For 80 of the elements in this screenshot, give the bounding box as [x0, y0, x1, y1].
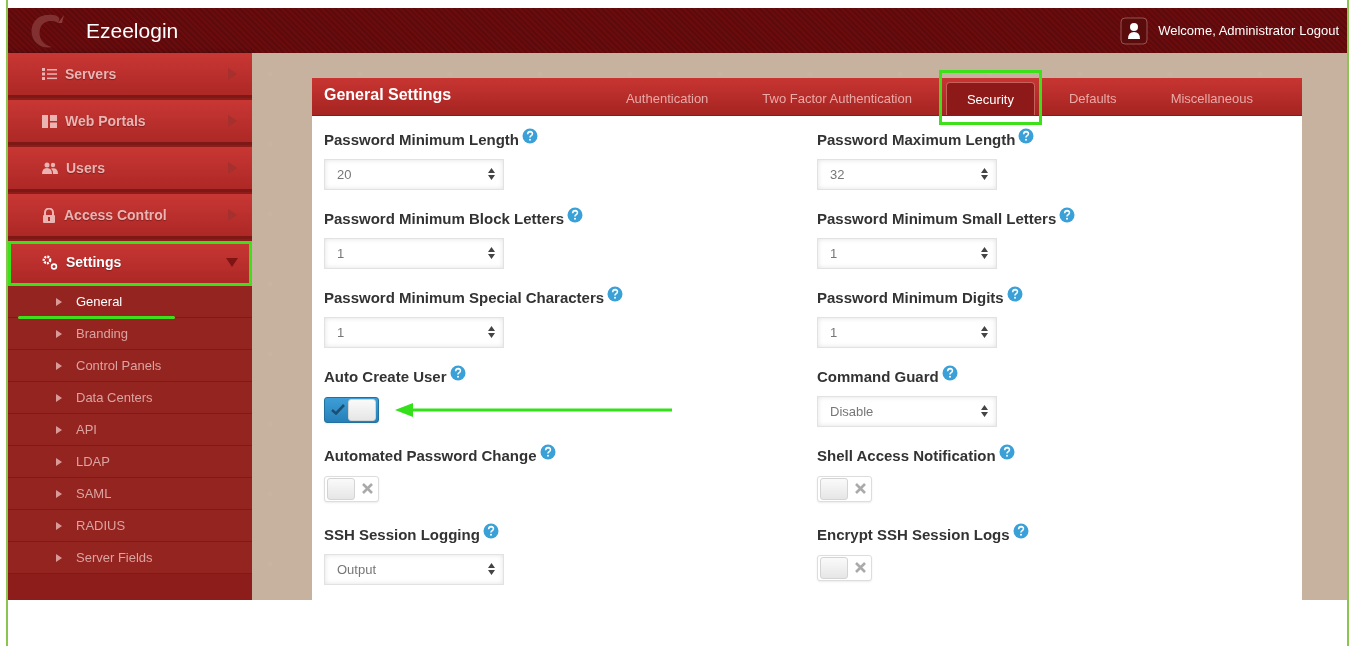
toggle-switch[interactable] [324, 396, 379, 423]
sidebar-item[interactable]: Users [8, 147, 252, 192]
field-label: SSH Session Logging [324, 526, 480, 543]
up-down-arrows-icon [981, 326, 988, 338]
select-field[interactable]: 1 [324, 316, 504, 348]
bullet-icon [56, 329, 62, 338]
caret-right-icon [226, 209, 238, 221]
field-label: Password Minimum Length [324, 131, 519, 148]
panel-title: General Settings [324, 86, 453, 104]
layout-icon [42, 114, 57, 128]
field-label: Encrypt SSH Session Logs [817, 526, 1010, 543]
caret-right-icon [226, 68, 238, 80]
bullet-icon [56, 393, 62, 402]
gears-icon [42, 254, 58, 270]
select-field[interactable]: 1 [817, 237, 997, 269]
x-icon [362, 483, 373, 494]
bullet-icon [56, 425, 62, 434]
up-down-arrows-icon [981, 168, 988, 180]
tab[interactable]: Authentication [598, 70, 736, 125]
padlock-icon [42, 207, 56, 223]
x-icon [855, 483, 866, 494]
up-down-arrows-icon [488, 563, 495, 575]
tab[interactable]: Security [938, 70, 1042, 125]
tab[interactable]: Miscellaneous [1143, 70, 1280, 125]
select-field[interactable]: 20 [324, 158, 504, 190]
up-down-arrows-icon [488, 168, 495, 180]
help-icon[interactable] [1018, 128, 1035, 144]
help-icon[interactable] [567, 207, 584, 223]
up-down-arrows-icon [981, 405, 988, 417]
list-icon [42, 68, 57, 80]
bullet-icon [56, 521, 62, 530]
select-field[interactable]: 1 [324, 237, 504, 269]
field-label: Password Maximum Length [817, 131, 1016, 148]
bullet-icon [56, 297, 62, 306]
tab[interactable]: Two Factor Authentication [735, 70, 939, 125]
submenu-item[interactable]: General [8, 286, 252, 318]
field-label: Password Minimum Small Letters [817, 210, 1057, 227]
help-icon[interactable] [482, 523, 499, 539]
help-icon[interactable] [522, 128, 538, 144]
select-field[interactable]: 32 [817, 158, 997, 190]
x-icon [855, 562, 866, 573]
sidebar-item[interactable]: Web Portals [8, 100, 252, 145]
select-field[interactable]: 1 [817, 316, 997, 348]
sidebar-item[interactable]: Access Control [8, 194, 252, 239]
select-field[interactable]: Output [324, 553, 504, 585]
field-label: Shell Access Notification [817, 447, 996, 464]
bullet-icon [56, 361, 62, 370]
field-label: Automated Password Change [324, 447, 537, 464]
caret-right-icon [226, 115, 238, 127]
field-label: Password Minimum Special Characters [324, 289, 605, 306]
user-avatar-icon [1120, 16, 1149, 45]
field-label: Password Minimum Digits [817, 289, 1004, 306]
check-icon [331, 404, 345, 415]
help-icon[interactable] [1059, 207, 1076, 223]
up-down-arrows-icon [981, 247, 988, 259]
up-down-arrows-icon [488, 326, 495, 338]
help-icon[interactable] [539, 444, 556, 460]
bullet-icon [56, 553, 62, 562]
logout-link[interactable]: Logout [1299, 23, 1339, 38]
help-icon[interactable] [941, 365, 958, 381]
caret-right-icon [226, 162, 238, 174]
field-label: Password Minimum Block Letters [324, 210, 565, 227]
field-label: Command Guard [817, 368, 939, 385]
app-name: Ezeelogin [86, 18, 179, 43]
users-icon [42, 162, 58, 174]
help-icon[interactable] [998, 444, 1015, 460]
sidebar-item[interactable]: Servers [8, 53, 252, 98]
welcome-text: Welcome, Administrator [1158, 23, 1296, 38]
bullet-icon [56, 489, 62, 498]
bullet-icon [56, 457, 62, 466]
help-icon[interactable] [607, 286, 624, 302]
help-icon[interactable] [449, 365, 466, 381]
help-icon[interactable] [1012, 523, 1029, 539]
field-label: Auto Create User [324, 368, 447, 385]
caret-down-icon [226, 256, 238, 268]
tab[interactable]: Defaults [1041, 70, 1144, 125]
help-icon[interactable] [1006, 286, 1023, 302]
sidebar-item[interactable]: Settings [8, 241, 252, 286]
select-field[interactable]: Disable [817, 395, 997, 427]
up-down-arrows-icon [488, 247, 495, 259]
